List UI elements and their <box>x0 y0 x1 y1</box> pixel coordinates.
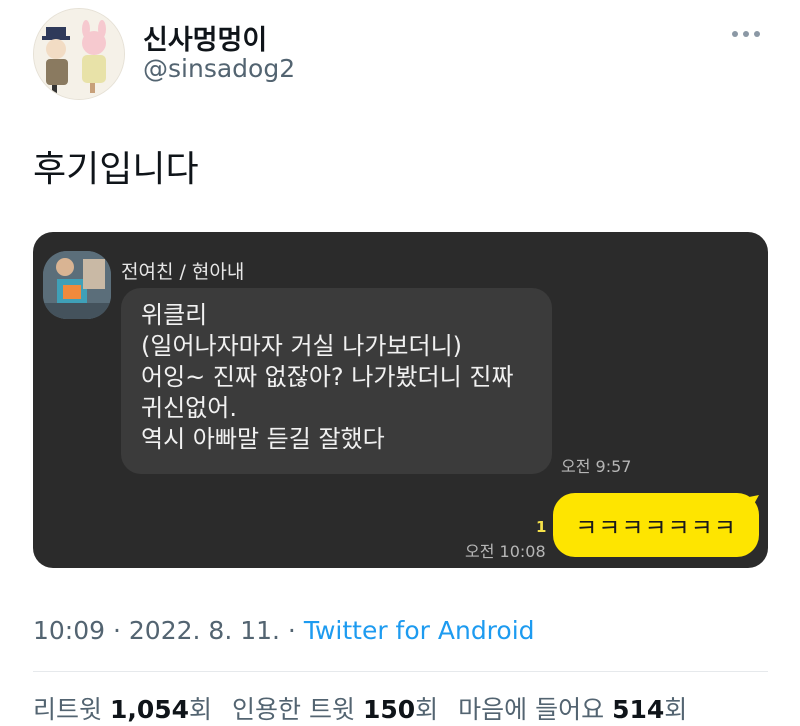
quotes-label: 인용한 트윗 <box>232 695 363 724</box>
separator: · <box>105 616 129 645</box>
retweets-count: 1,054 <box>109 695 190 724</box>
tweet-metadata: 10:09 · 2022. 8. 11. · Twitter for Andro… <box>33 616 535 645</box>
message-line: 역시 아빠말 듣길 잘했다 <box>141 425 385 453</box>
avatar-illustration <box>34 9 124 99</box>
quotes-count: 150 <box>362 695 416 724</box>
message-line: 어잉~ 진짜 없잖아? 나가봤더니 진짜 <box>141 363 514 391</box>
likes-label: 마음에 들어요 <box>458 695 613 724</box>
likes-count: 514 <box>612 695 665 724</box>
message-line: 귀신없어. <box>141 394 237 422</box>
divider <box>33 671 768 672</box>
tweet-source-link[interactable]: Twitter for Android <box>304 616 535 645</box>
retweets-label: 리트윗 <box>33 695 110 724</box>
incoming-message-bubble: 위클리 (일어나자마자 거실 나가보더니) 어잉~ 진짜 없잖아? 나가봤더니 … <box>121 288 552 474</box>
tweet-date[interactable]: 2022. 8. 11. <box>129 616 280 645</box>
more-horizontal-icon[interactable] <box>732 26 764 42</box>
quotes-stat[interactable]: 인용한 트윗 150회 <box>232 695 438 724</box>
tweet-media-image[interactable]: 전여친 / 현아내 위클리 (일어나자마자 거실 나가보더니) 어잉~ 진짜 없… <box>33 232 768 568</box>
outgoing-message-bubble: ㅋㅋㅋㅋㅋㅋㅋ <box>553 493 759 557</box>
unread-count: 1 <box>536 518 547 536</box>
avatar[interactable] <box>33 8 125 100</box>
message-line: 위클리 <box>141 301 208 329</box>
handle[interactable]: @sinsadog2 <box>143 54 295 83</box>
display-name[interactable]: 신사멍멍이 <box>143 18 267 57</box>
tweet-stats: 리트윗 1,054회 인용한 트윗 150회 마음에 들어요 514회 <box>33 690 687 726</box>
likes-unit: 회 <box>664 695 688 724</box>
tweet-text: 후기입니다 <box>33 149 199 190</box>
incoming-timestamp: 오전 9:57 <box>561 457 632 476</box>
tweet-time[interactable]: 10:09 <box>33 616 105 645</box>
chat-sender-name: 전여친 / 현아내 <box>121 261 245 283</box>
chat-avatar-photo <box>43 251 111 319</box>
outgoing-timestamp: 오전 10:08 <box>465 542 546 561</box>
message-line: (일어나자마자 거실 나가보더니) <box>141 332 463 360</box>
retweets-stat[interactable]: 리트윗 1,054회 <box>33 695 212 724</box>
chat-avatar <box>43 251 111 319</box>
separator: · <box>279 616 304 645</box>
retweets-unit: 회 <box>189 695 213 724</box>
quotes-unit: 회 <box>415 695 439 724</box>
likes-stat[interactable]: 마음에 들어요 514회 <box>458 695 687 724</box>
